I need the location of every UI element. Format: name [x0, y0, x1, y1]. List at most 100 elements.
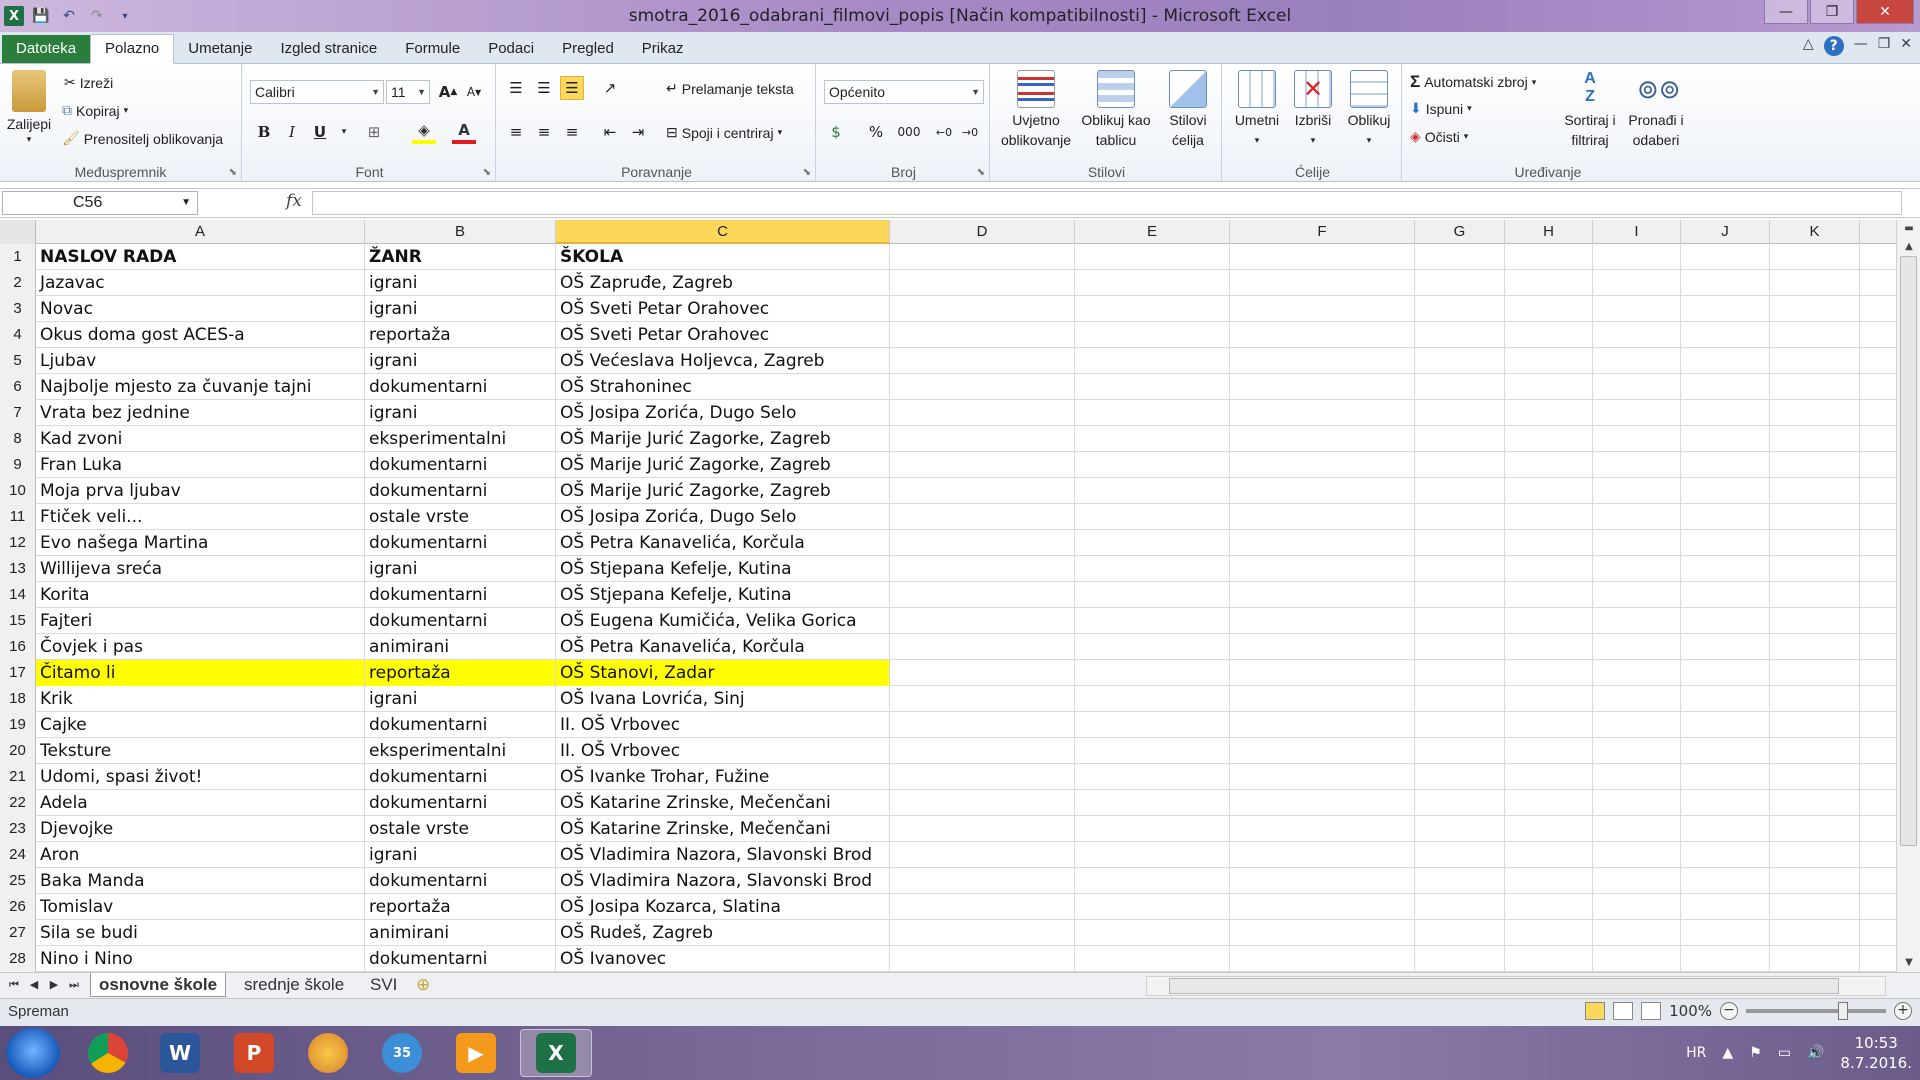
cell-empty[interactable] — [1593, 556, 1681, 582]
horizontal-scroll-thumb[interactable] — [1169, 978, 1839, 994]
cell-empty[interactable] — [1505, 686, 1593, 712]
row-header[interactable]: 6 — [0, 374, 36, 400]
cell-a[interactable]: Vrata bez jednine — [36, 400, 365, 426]
cell-empty[interactable] — [1593, 712, 1681, 738]
cell-empty[interactable] — [1593, 374, 1681, 400]
tab-page-layout[interactable]: Izgled stranice — [266, 35, 391, 63]
copy-button[interactable]: ⧉ Kopiraj ▾ — [62, 102, 128, 119]
cell-empty[interactable] — [1230, 842, 1415, 868]
cell-empty[interactable] — [1681, 608, 1770, 634]
cell-c[interactable]: OŠ Zapruđe, Zagreb — [556, 270, 890, 296]
underline-dropdown-icon[interactable]: ▾ — [332, 120, 356, 144]
cell-empty[interactable] — [890, 764, 1075, 790]
cell-empty[interactable] — [1230, 868, 1415, 894]
cell-a[interactable]: Willijeva sreća — [36, 556, 365, 582]
cell-c[interactable]: OŠ Marije Jurić Zagorke, Zagreb — [556, 426, 890, 452]
cell-b[interactable]: animirani — [365, 920, 556, 946]
cell-empty[interactable] — [1681, 868, 1770, 894]
cell-empty[interactable] — [1415, 478, 1505, 504]
cell-empty[interactable] — [890, 582, 1075, 608]
row-header[interactable]: 10 — [0, 478, 36, 504]
cell-empty[interactable] — [1505, 868, 1593, 894]
cell-c[interactable]: OŠ Stjepana Kefelje, Kutina — [556, 556, 890, 582]
cell-empty[interactable] — [1415, 582, 1505, 608]
cell-empty[interactable] — [1681, 504, 1770, 530]
cell-a[interactable]: Djevojke — [36, 816, 365, 842]
row-header[interactable]: 16 — [0, 634, 36, 660]
clock[interactable]: 10:53 8.7.2016. — [1840, 1033, 1912, 1073]
cell-c[interactable]: OŠ Većeslava Holjevca, Zagreb — [556, 348, 890, 374]
cell-empty[interactable] — [1681, 686, 1770, 712]
cell-empty[interactable] — [1681, 478, 1770, 504]
cell-c[interactable]: OŠ Ivana Lovrića, Sinj — [556, 686, 890, 712]
cell-empty[interactable] — [1770, 816, 1860, 842]
cell-empty[interactable] — [1075, 660, 1230, 686]
cell-a[interactable]: Nino i Nino — [36, 946, 365, 972]
cell-b[interactable]: dokumentarni — [365, 764, 556, 790]
row-header[interactable]: 22 — [0, 790, 36, 816]
cell-empty[interactable] — [1230, 530, 1415, 556]
currency-icon[interactable]: $ — [824, 120, 848, 144]
cell-empty[interactable] — [1505, 764, 1593, 790]
cell-empty[interactable] — [1593, 790, 1681, 816]
column-header-d[interactable]: D — [890, 220, 1075, 244]
scroll-down-icon[interactable]: ▼ — [1897, 954, 1920, 972]
cell-empty[interactable] — [1075, 868, 1230, 894]
tab-home[interactable]: Polazno — [90, 34, 175, 64]
column-header-i[interactable]: I — [1593, 220, 1681, 244]
vertical-scroll-thumb[interactable] — [1900, 256, 1917, 846]
cell-empty[interactable] — [1593, 244, 1681, 270]
tab-review[interactable]: Pregled — [548, 35, 628, 63]
zoom-slider-knob[interactable] — [1838, 1002, 1848, 1020]
cell-empty[interactable] — [1770, 894, 1860, 920]
font-size-combo[interactable]: 11 ▼ — [386, 80, 430, 104]
cell-empty[interactable] — [1770, 868, 1860, 894]
cell-empty[interactable] — [1075, 244, 1230, 270]
row-header[interactable]: 1 — [0, 244, 36, 270]
cell-b[interactable]: igrani — [365, 270, 556, 296]
cell-empty[interactable] — [1415, 842, 1505, 868]
cell-empty[interactable] — [1681, 530, 1770, 556]
cell-empty[interactable] — [1681, 400, 1770, 426]
cell-empty[interactable] — [1415, 270, 1505, 296]
cell-empty[interactable] — [890, 530, 1075, 556]
cell-empty[interactable] — [1593, 426, 1681, 452]
row-header[interactable]: 18 — [0, 686, 36, 712]
cell-empty[interactable] — [1593, 296, 1681, 322]
redo-icon[interactable]: ↷ — [86, 5, 108, 27]
decrease-indent-icon[interactable]: ⇤ — [598, 120, 622, 144]
language-indicator[interactable]: HR — [1686, 1045, 1706, 1061]
tab-file[interactable]: Datoteka — [2, 35, 91, 63]
cell-c[interactable]: OŠ Petra Kanavelića, Korčula — [556, 530, 890, 556]
cell-empty[interactable] — [1681, 348, 1770, 374]
cell-empty[interactable] — [1681, 738, 1770, 764]
cell-a[interactable]: Korita — [36, 582, 365, 608]
last-sheet-icon[interactable]: ⏭ — [64, 973, 84, 997]
cell-c[interactable]: OŠ Strahoninec — [556, 374, 890, 400]
cell-empty[interactable] — [1593, 764, 1681, 790]
cell-c[interactable]: OŠ Josipa Zorića, Dugo Selo — [556, 400, 890, 426]
cell-empty[interactable] — [1593, 608, 1681, 634]
cell-empty[interactable] — [1770, 322, 1860, 348]
cell-empty[interactable] — [1770, 400, 1860, 426]
cell-empty[interactable] — [890, 244, 1075, 270]
cell-c[interactable]: OŠ Katarine Zrinske, Mečenčani — [556, 790, 890, 816]
split-box-icon[interactable]: ▬ — [1897, 220, 1920, 238]
sort-filter-button[interactable]: AZ Sortiraj i filtriraj — [1558, 70, 1622, 150]
row-header[interactable]: 15 — [0, 608, 36, 634]
cell-empty[interactable] — [1230, 686, 1415, 712]
column-header-e[interactable]: E — [1075, 220, 1230, 244]
cell-c[interactable]: OŠ Katarine Zrinske, Mečenčani — [556, 816, 890, 842]
cell-empty[interactable] — [1770, 478, 1860, 504]
help-icon[interactable]: ? — [1823, 36, 1844, 56]
tab-insert[interactable]: Umetanje — [174, 35, 266, 63]
increase-indent-icon[interactable]: ⇥ — [626, 120, 650, 144]
cell-b[interactable]: dokumentarni — [365, 946, 556, 972]
row-header[interactable]: 7 — [0, 400, 36, 426]
conditional-formatting-button[interactable]: Uvjetno oblikovanje — [998, 70, 1074, 150]
cell-empty[interactable] — [1230, 946, 1415, 972]
cell-empty[interactable] — [1681, 426, 1770, 452]
fill-color-icon[interactable]: ◈ — [412, 120, 436, 144]
cell-empty[interactable] — [1075, 452, 1230, 478]
column-header-c[interactable]: C — [556, 220, 890, 244]
